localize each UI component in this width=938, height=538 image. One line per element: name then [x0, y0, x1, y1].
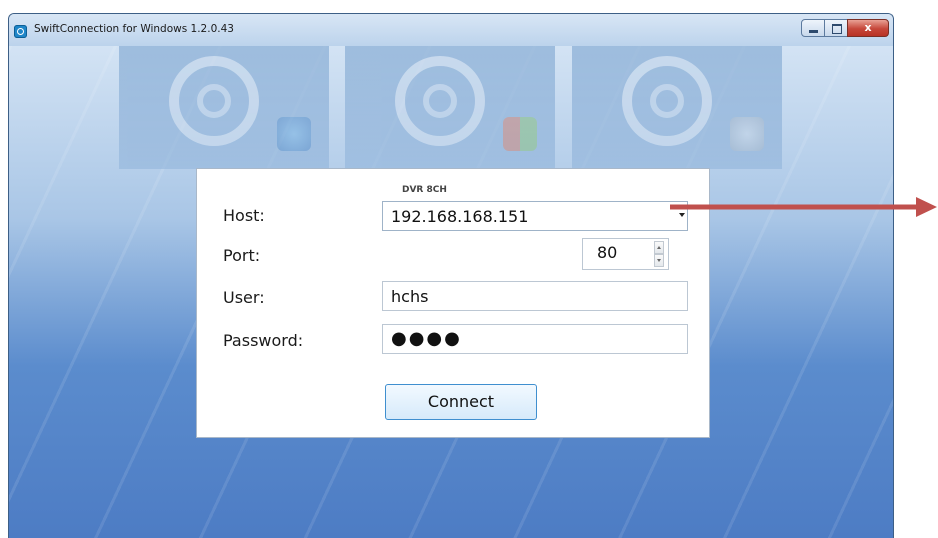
user-input[interactable]: hchs: [382, 281, 688, 311]
password-label: Password:: [223, 331, 304, 350]
profile-name: DVR 8CH: [402, 185, 447, 195]
port-increment-button[interactable]: [654, 241, 664, 254]
connect-button[interactable]: Connect: [385, 384, 537, 420]
annotation-arrow-icon: [670, 197, 937, 217]
login-dialog: DVR 8CH Host: 192.168.168.151 Port: 80 U…: [196, 168, 710, 438]
host-value: 192.168.168.151: [391, 207, 529, 226]
port-value: 80: [597, 243, 618, 262]
port-decrement-button[interactable]: [654, 254, 664, 267]
swiftconnection-logo-icon: [395, 56, 485, 146]
host-label: Host:: [223, 206, 265, 225]
close-button[interactable]: x: [847, 19, 889, 37]
chevron-up-icon: [657, 246, 661, 249]
app-window: SwiftConnection for Windows 1.2.0.43 x D…: [8, 13, 894, 538]
port-label: Port:: [223, 246, 261, 265]
host-dropdown[interactable]: 192.168.168.151: [382, 201, 688, 231]
title-bar[interactable]: SwiftConnection for Windows 1.2.0.43 x: [9, 14, 893, 46]
apple-icon: [730, 117, 764, 151]
platform-tile-windows: [345, 46, 555, 169]
window-controls: x: [801, 19, 889, 39]
client-area: DVR 8CH Host: 192.168.168.151 Port: 80 U…: [9, 46, 893, 538]
windows-icon: [503, 117, 537, 151]
password-input[interactable]: ●●●●: [382, 324, 688, 354]
minimize-icon: [809, 30, 818, 33]
close-icon: x: [864, 21, 872, 34]
chevron-down-icon: [657, 259, 661, 262]
maximize-button[interactable]: [824, 19, 848, 37]
maximize-icon: [832, 24, 842, 34]
user-label: User:: [223, 288, 265, 307]
internet-explorer-icon: [277, 117, 311, 151]
swiftconnection-logo-icon: [622, 56, 712, 146]
port-stepper[interactable]: 80: [582, 238, 669, 270]
platform-tile-ie: [119, 46, 329, 169]
swiftconnection-logo-icon: [169, 56, 259, 146]
platform-tile-mac: [572, 46, 782, 169]
window-title: SwiftConnection for Windows 1.2.0.43: [34, 23, 234, 35]
app-icon: [14, 25, 27, 38]
minimize-button[interactable]: [801, 19, 825, 37]
